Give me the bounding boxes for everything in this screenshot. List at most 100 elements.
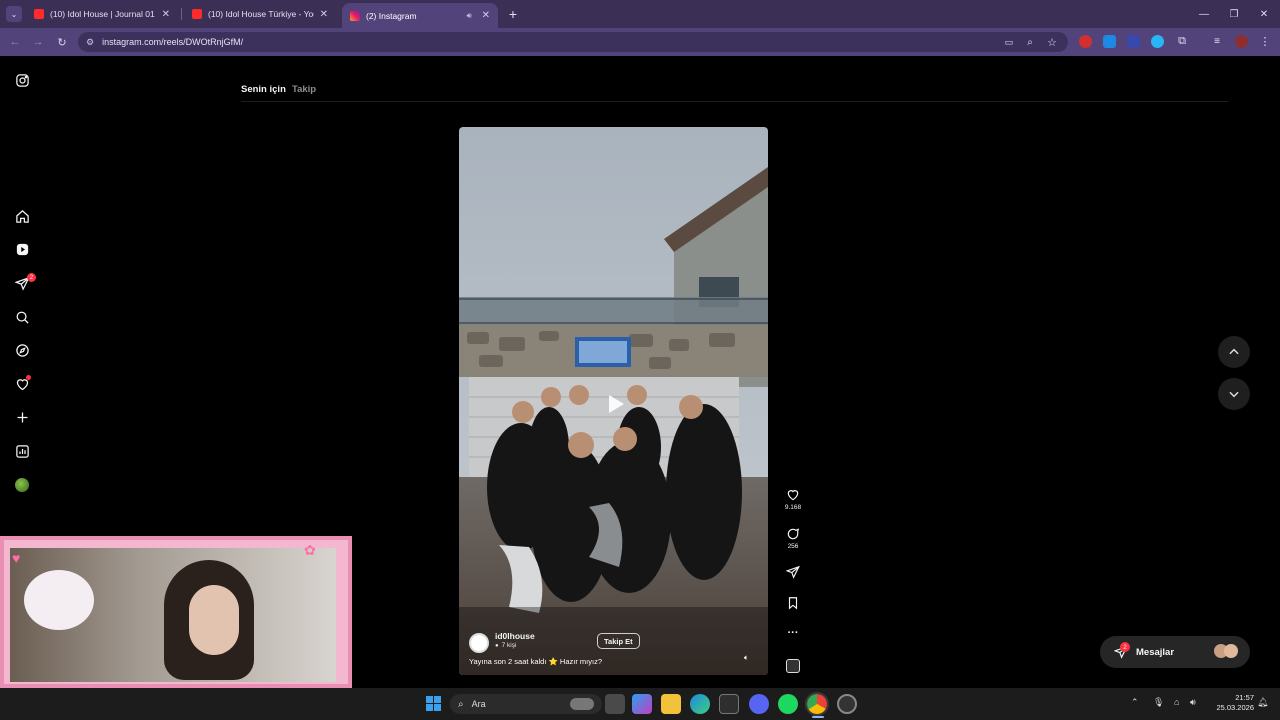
next-reel-button[interactable] xyxy=(1218,378,1250,410)
restore-icon[interactable]: ❐ xyxy=(1219,0,1249,28)
share-action[interactable] xyxy=(783,565,803,579)
search-icon[interactable] xyxy=(12,307,32,327)
reel-audience: 7 kişi xyxy=(501,642,517,649)
reel-caption: Yayına son 2 saat kaldı ⭐ Hazır mıyız? xyxy=(469,657,603,666)
bookmark-icon xyxy=(788,597,798,610)
close-icon[interactable]: ✕ xyxy=(482,10,490,21)
messages-label: Mesajlar xyxy=(1136,646,1175,658)
comment-count: 256 xyxy=(787,543,799,550)
close-icon[interactable]: ✕ xyxy=(162,9,170,20)
tab-search-icon[interactable]: ⌄ xyxy=(6,6,22,22)
compass-icon[interactable] xyxy=(12,340,32,360)
spotify-icon[interactable] xyxy=(778,694,798,714)
like-action[interactable]: 9.168 xyxy=(783,488,803,511)
tab-idol-house-journal[interactable]: (10) Idol House | Journal 01 | Ev ✕ xyxy=(26,0,178,28)
tab-idol-house-youtube[interactable]: (10) Idol House Türkiye - YouTu ✕ xyxy=(184,0,336,28)
previous-reel-button[interactable] xyxy=(1218,336,1250,368)
network-icon[interactable]: ⌂ xyxy=(1174,697,1179,707)
plush-toy xyxy=(24,570,94,630)
extension-translate-icon[interactable] xyxy=(1103,35,1116,48)
new-tab-button[interactable]: + xyxy=(504,5,522,23)
youtube-icon xyxy=(34,9,44,19)
speaker-icon[interactable]: 🔊︎ xyxy=(467,11,472,21)
plus-icon[interactable] xyxy=(12,407,32,427)
tab-for-you[interactable]: Senin için xyxy=(241,84,286,95)
windows-start-icon[interactable] xyxy=(426,696,441,711)
mute-icon[interactable]: 🔈︎ xyxy=(744,653,749,663)
back-icon[interactable]: ← xyxy=(4,28,26,56)
volume-icon[interactable]: 🔊︎ xyxy=(1190,697,1196,708)
home-icon[interactable] xyxy=(12,206,32,226)
taskbar-clock[interactable]: 21:57 25.03.2026 xyxy=(1212,693,1254,713)
notification-bell-icon[interactable]: 🔔︎ xyxy=(1257,697,1268,708)
taskbar-search[interactable]: ⌕ Ara xyxy=(450,694,602,714)
reel-video-frame xyxy=(459,127,768,675)
extension-red-icon[interactable] xyxy=(1079,35,1092,48)
comment-icon xyxy=(787,528,800,540)
audio-thumbnail[interactable] xyxy=(786,659,800,673)
close-icon[interactable]: ✕ xyxy=(320,9,328,20)
site-info-icon[interactable]: ⚙ xyxy=(86,37,94,48)
feed-divider xyxy=(241,101,1228,102)
microphone-icon[interactable]: 🎙︎ xyxy=(1153,697,1164,708)
more-options-icon[interactable]: ··· xyxy=(783,627,803,639)
reel-username[interactable]: id0lhouse xyxy=(495,631,535,641)
url-text: instagram.com/reels/DWOtRnjGfM/ xyxy=(102,37,244,47)
people-icon: ● xyxy=(495,642,499,649)
messages-badge: 2 xyxy=(27,273,36,282)
tab-following[interactable]: Takip xyxy=(292,84,316,95)
discord-icon[interactable] xyxy=(749,694,769,714)
reels-icon[interactable] xyxy=(12,239,32,259)
send-icon xyxy=(786,565,800,579)
more-menu-icon[interactable]: ⋮ xyxy=(1259,34,1271,48)
reload-icon[interactable]: ↻ xyxy=(51,28,73,56)
tab-divider xyxy=(181,8,182,20)
extension-audio-icon[interactable] xyxy=(1127,35,1140,48)
like-count: 9.168 xyxy=(784,504,802,511)
zoom-icon[interactable]: ⌕ xyxy=(1022,34,1038,50)
comment-action[interactable]: 256 xyxy=(783,527,803,550)
follow-button[interactable]: Takip Et xyxy=(597,633,640,649)
webcam-person-face xyxy=(189,585,239,655)
notification-dot xyxy=(26,375,31,380)
reel-video[interactable] xyxy=(459,127,768,675)
chevron-up-icon xyxy=(1229,348,1239,355)
avatar[interactable] xyxy=(15,478,29,492)
file-explorer-icon[interactable] xyxy=(661,694,681,714)
avatar xyxy=(1224,644,1238,658)
search-highlight-icon xyxy=(570,698,594,710)
chevron-down-icon xyxy=(1229,391,1239,398)
clock-time: 21:57 xyxy=(1235,693,1254,702)
minimize-icon[interactable]: — xyxy=(1189,0,1219,28)
store-icon[interactable] xyxy=(719,694,739,714)
edge-icon[interactable] xyxy=(690,694,710,714)
close-window-icon[interactable]: ✕ xyxy=(1249,0,1279,28)
profile-avatar[interactable] xyxy=(1235,35,1248,48)
bow-decoration-icon: ✿ xyxy=(304,542,316,558)
address-bar[interactable]: ⚙ instagram.com/reels/DWOtRnjGfM/ xyxy=(78,32,1068,52)
install-app-icon[interactable]: ▭ xyxy=(1001,34,1017,50)
chrome-icon[interactable] xyxy=(805,692,829,716)
chevron-up-icon[interactable]: ⌃ xyxy=(1131,697,1139,708)
webcam-overlay: ♥ ✿ xyxy=(0,536,352,688)
obs-icon[interactable] xyxy=(837,694,857,714)
media-control-icon[interactable]: ≡ xyxy=(1210,34,1224,48)
instagram-logo-icon[interactable] xyxy=(12,70,32,90)
instagram-icon xyxy=(350,10,360,21)
forward-icon[interactable]: → xyxy=(27,28,49,56)
task-view-icon[interactable] xyxy=(605,694,625,714)
extension-blue-icon[interactable] xyxy=(1151,35,1164,48)
chart-icon[interactable] xyxy=(12,441,32,461)
bookmark-star-icon[interactable]: ☆ xyxy=(1044,34,1060,50)
search-icon: ⌕ xyxy=(458,698,464,710)
tab-instagram[interactable]: (2) Instagram 🔊︎ ✕ xyxy=(342,3,498,28)
reel-author-avatar[interactable] xyxy=(469,633,489,653)
extensions-puzzle-icon[interactable]: ⧉ xyxy=(1175,34,1189,48)
active-app-indicator xyxy=(812,716,824,718)
save-action[interactable] xyxy=(783,596,803,610)
copilot-icon[interactable] xyxy=(632,694,652,714)
heart-icon xyxy=(787,490,799,501)
heart-decoration-icon: ♥ xyxy=(12,550,21,566)
clock-date: 25.03.2026 xyxy=(1216,703,1254,712)
youtube-icon xyxy=(192,9,202,19)
